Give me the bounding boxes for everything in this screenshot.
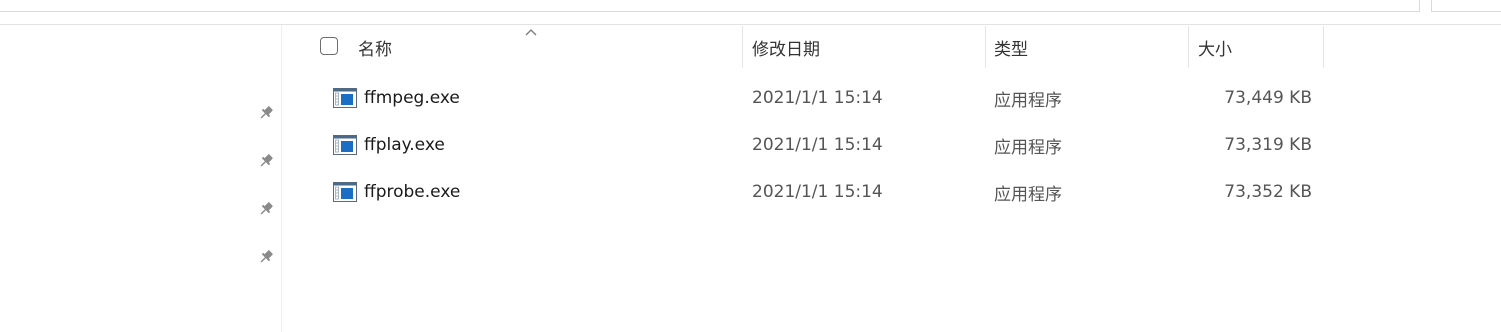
address-bar[interactable] xyxy=(0,0,1420,12)
file-explorer-window: 名称 修改日期 类型 大小 ffmpeg.exe 2021/1/1 15:14 … xyxy=(0,0,1501,332)
file-row-ffmpeg[interactable]: ffmpeg.exe 2021/1/1 15:14 应用程序 73,449 KB xyxy=(300,76,1324,120)
column-header-name-label: 名称 xyxy=(358,39,392,60)
pin-icon[interactable] xyxy=(257,248,275,266)
pin-icon[interactable] xyxy=(257,104,275,122)
column-header-modified-label: 修改日期 xyxy=(752,39,820,60)
file-type: 应用程序 xyxy=(994,137,1062,158)
column-header-type-label: 类型 xyxy=(994,39,1028,60)
file-size: 73,352 KB xyxy=(1224,182,1312,202)
file-size: 73,449 KB xyxy=(1224,88,1312,108)
file-name[interactable]: ffmpeg.exe xyxy=(364,76,460,120)
column-separator[interactable] xyxy=(742,26,743,68)
pin-icon[interactable] xyxy=(257,200,275,218)
column-header-type[interactable]: 类型 xyxy=(994,26,1184,68)
column-header-modified[interactable]: 修改日期 xyxy=(752,26,982,68)
file-row-ffplay[interactable]: ffplay.exe 2021/1/1 15:14 应用程序 73,319 KB xyxy=(300,123,1324,167)
column-separator[interactable] xyxy=(985,26,986,68)
file-name[interactable]: ffprobe.exe xyxy=(364,170,460,214)
file-row-ffprobe[interactable]: ffprobe.exe 2021/1/1 15:14 应用程序 73,352 K… xyxy=(300,170,1324,214)
application-exe-icon xyxy=(333,182,357,202)
column-separator[interactable] xyxy=(1323,26,1324,68)
column-header-size[interactable]: 大小 xyxy=(1198,26,1318,68)
file-type: 应用程序 xyxy=(994,184,1062,205)
pane-divider[interactable] xyxy=(281,25,282,332)
toolbar-area xyxy=(0,0,1501,13)
column-header-size-label: 大小 xyxy=(1198,39,1232,60)
pin-icon[interactable] xyxy=(257,152,275,170)
column-separator[interactable] xyxy=(1188,26,1189,68)
file-size: 73,319 KB xyxy=(1224,135,1312,155)
navigation-pane xyxy=(0,25,281,332)
search-box[interactable] xyxy=(1431,0,1501,12)
application-exe-icon xyxy=(333,135,357,155)
column-header-name[interactable]: 名称 xyxy=(358,26,738,68)
select-all-checkbox[interactable] xyxy=(320,37,338,55)
file-modified-date: 2021/1/1 15:14 xyxy=(752,135,883,155)
file-type: 应用程序 xyxy=(994,90,1062,111)
file-modified-date: 2021/1/1 15:14 xyxy=(752,88,883,108)
file-name[interactable]: ffplay.exe xyxy=(364,123,445,167)
application-exe-icon xyxy=(333,88,357,108)
file-modified-date: 2021/1/1 15:14 xyxy=(752,182,883,202)
